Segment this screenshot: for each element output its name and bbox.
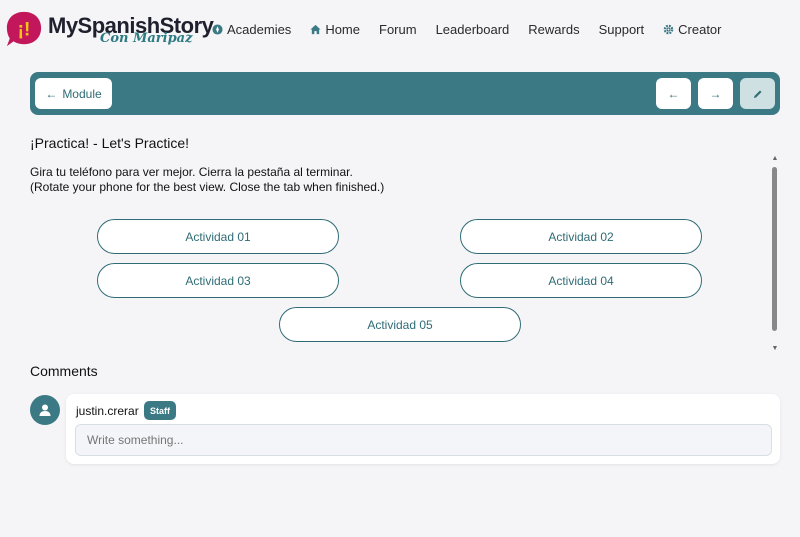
logo-badge-icon[interactable]: ¡! bbox=[5, 10, 43, 48]
activity-05-button[interactable]: Actividad 05 bbox=[279, 307, 521, 342]
comment-composer: justin.crerar Staff bbox=[66, 394, 780, 464]
comments-heading: Comments bbox=[30, 363, 98, 379]
compass-icon bbox=[212, 24, 223, 35]
gear-icon bbox=[663, 24, 674, 35]
activity-02-button[interactable]: Actividad 02 bbox=[460, 219, 702, 254]
lesson-toolbar: ← Module ← → bbox=[30, 72, 780, 115]
pencil-icon bbox=[753, 90, 761, 98]
home-icon bbox=[310, 24, 321, 35]
nav-creator-label: Creator bbox=[678, 22, 722, 37]
arrow-left-icon: ← bbox=[667, 86, 680, 101]
nav-leaderboard-label: Leaderboard bbox=[435, 22, 510, 37]
nav-support-label: Support bbox=[598, 22, 645, 37]
nav-leaderboard[interactable]: Leaderboard bbox=[436, 22, 510, 37]
back-to-module-button[interactable]: ← Module bbox=[35, 78, 112, 109]
activity-03-button[interactable]: Actividad 03 bbox=[97, 263, 339, 298]
comment-username: justin.crerar bbox=[76, 404, 139, 418]
lesson-title: ¡Practica! - Let's Practice! bbox=[30, 135, 190, 151]
comment-input[interactable] bbox=[75, 424, 772, 456]
staff-badge: Staff bbox=[144, 401, 176, 420]
scroll-down-icon[interactable]: ▼ bbox=[770, 345, 780, 352]
scroll-up-icon[interactable]: ▲ bbox=[770, 155, 780, 162]
nav-creator[interactable]: Creator bbox=[663, 22, 722, 37]
nav-academies-label: Academies bbox=[227, 22, 292, 37]
nav-forum-label: Forum bbox=[379, 22, 417, 37]
content-scrollbar[interactable]: ▲ ▼ bbox=[770, 155, 780, 355]
arrow-right-icon: → bbox=[709, 86, 722, 101]
next-lesson-button[interactable]: → bbox=[698, 78, 733, 109]
avatar bbox=[30, 395, 60, 425]
nav-support[interactable]: Support bbox=[599, 22, 645, 37]
brand-subtitle: Con Maripaz bbox=[100, 31, 193, 46]
previous-lesson-button[interactable]: ← bbox=[656, 78, 691, 109]
nav-home-label: Home bbox=[325, 22, 360, 37]
main-nav: Academies Home Forum Leaderboard Rewards… bbox=[212, 22, 741, 37]
nav-academies[interactable]: Academies bbox=[212, 22, 291, 37]
instruction-spanish: Gira tu teléfono para ver mejor. Cierra … bbox=[30, 165, 353, 179]
instruction-english: (Rotate your phone for the best view. Cl… bbox=[30, 180, 385, 194]
nav-home[interactable]: Home bbox=[310, 22, 360, 37]
activity-01-button[interactable]: Actividad 01 bbox=[97, 219, 339, 254]
arrow-left-icon: ← bbox=[45, 86, 58, 101]
edit-lesson-button[interactable] bbox=[740, 78, 775, 109]
site-header: ¡! MySpanishStory Con Maripaz Academies … bbox=[0, 0, 800, 60]
activity-04-button[interactable]: Actividad 04 bbox=[460, 263, 702, 298]
lesson-instructions: Gira tu teléfono para ver mejor. Cierra … bbox=[30, 165, 384, 195]
nav-rewards-label: Rewards bbox=[528, 22, 580, 37]
scroll-thumb[interactable] bbox=[772, 167, 777, 331]
svg-text:¡!: ¡! bbox=[18, 20, 31, 41]
module-button-label: Module bbox=[62, 86, 102, 101]
nav-rewards[interactable]: Rewards bbox=[528, 22, 579, 37]
user-icon bbox=[39, 404, 51, 416]
nav-forum[interactable]: Forum bbox=[379, 22, 417, 37]
